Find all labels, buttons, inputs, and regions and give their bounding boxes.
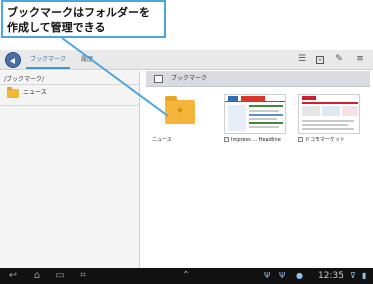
list-view-icon[interactable]: ☰ xyxy=(297,54,307,65)
screen: ブックマーク 履歴 ☰ + ✎ ≡ /ブックマーク/ ニュース ブックマーク ★… xyxy=(0,0,373,284)
callout-line-1: ブックマークはフォルダーを xyxy=(7,6,150,19)
folder-path: /ブックマーク/ xyxy=(4,76,45,83)
folder-tree-item-label: ニュース xyxy=(23,89,47,96)
edit-icon[interactable]: ✎ xyxy=(334,54,344,65)
battery-saver-icon: ● xyxy=(296,271,303,280)
system-navigation-bar: ↩ ⌂ ▭ ⌗ ⌃ Ψ Ψ ● 12:35 ⊽ ▮ xyxy=(0,268,373,284)
callout-text: ブックマークはフォルダーを 作成して管理できる xyxy=(7,5,165,35)
bookmark-label: ドコモマーケット xyxy=(298,137,372,144)
save-page-icon[interactable]: + xyxy=(316,56,324,64)
battery-icon: ▮ xyxy=(362,271,367,280)
bookmark-section-header: ブックマーク xyxy=(146,71,370,87)
bookmark-label: Impress ... Headline xyxy=(224,137,298,144)
section-title: ブックマーク xyxy=(171,75,208,82)
callout-line-2: 作成して管理できる xyxy=(7,21,106,34)
tab-bookmarks[interactable]: ブックマーク xyxy=(26,55,70,69)
page-thumbnail xyxy=(298,94,360,134)
screenshot-icon[interactable]: ⌗ xyxy=(76,270,90,282)
usb-debug-icon: Ψ xyxy=(279,271,286,280)
bookmark-label: ニュース xyxy=(152,137,172,143)
bookmark-docomo-market[interactable]: ドコモマーケット xyxy=(296,94,360,146)
star-icon: ★ xyxy=(176,106,185,116)
folder-tree-item-news[interactable]: ニュース xyxy=(0,84,140,104)
divider xyxy=(0,105,140,106)
bookmark-folder-news[interactable]: ★ ニュース xyxy=(150,94,214,146)
bookmark-folder-icon xyxy=(154,75,163,83)
menu-icon[interactable]: ≡ xyxy=(355,54,365,65)
back-nav-icon[interactable]: ↩ xyxy=(6,270,20,282)
up-arrow-icon[interactable]: ⌃ xyxy=(179,270,193,282)
bookmark-impress[interactable]: Impress ... Headline xyxy=(222,94,286,146)
page-thumbnail xyxy=(224,94,286,134)
favicon-icon xyxy=(224,137,229,142)
signal-icon: ⊽ xyxy=(350,271,356,280)
usb-icon: Ψ xyxy=(264,271,271,280)
folder-icon xyxy=(7,87,19,98)
tab-history[interactable]: 履歴 xyxy=(77,55,97,65)
bookmark-label-text: ドコモマーケット xyxy=(305,137,346,143)
favicon-icon xyxy=(298,137,303,142)
clock: 12:35 xyxy=(318,271,344,281)
browser-top-bar: ブックマーク 履歴 ☰ + ✎ ≡ xyxy=(0,50,373,70)
annotation-callout: ブックマークはフォルダーを 作成して管理できる xyxy=(1,0,166,38)
browser-back-icon[interactable] xyxy=(5,52,21,68)
folder-icon: ★ xyxy=(165,96,195,124)
bookmark-label-text: Impress ... Headline xyxy=(231,137,281,143)
home-nav-icon[interactable]: ⌂ xyxy=(30,270,44,282)
recent-apps-icon[interactable]: ▭ xyxy=(53,270,67,282)
